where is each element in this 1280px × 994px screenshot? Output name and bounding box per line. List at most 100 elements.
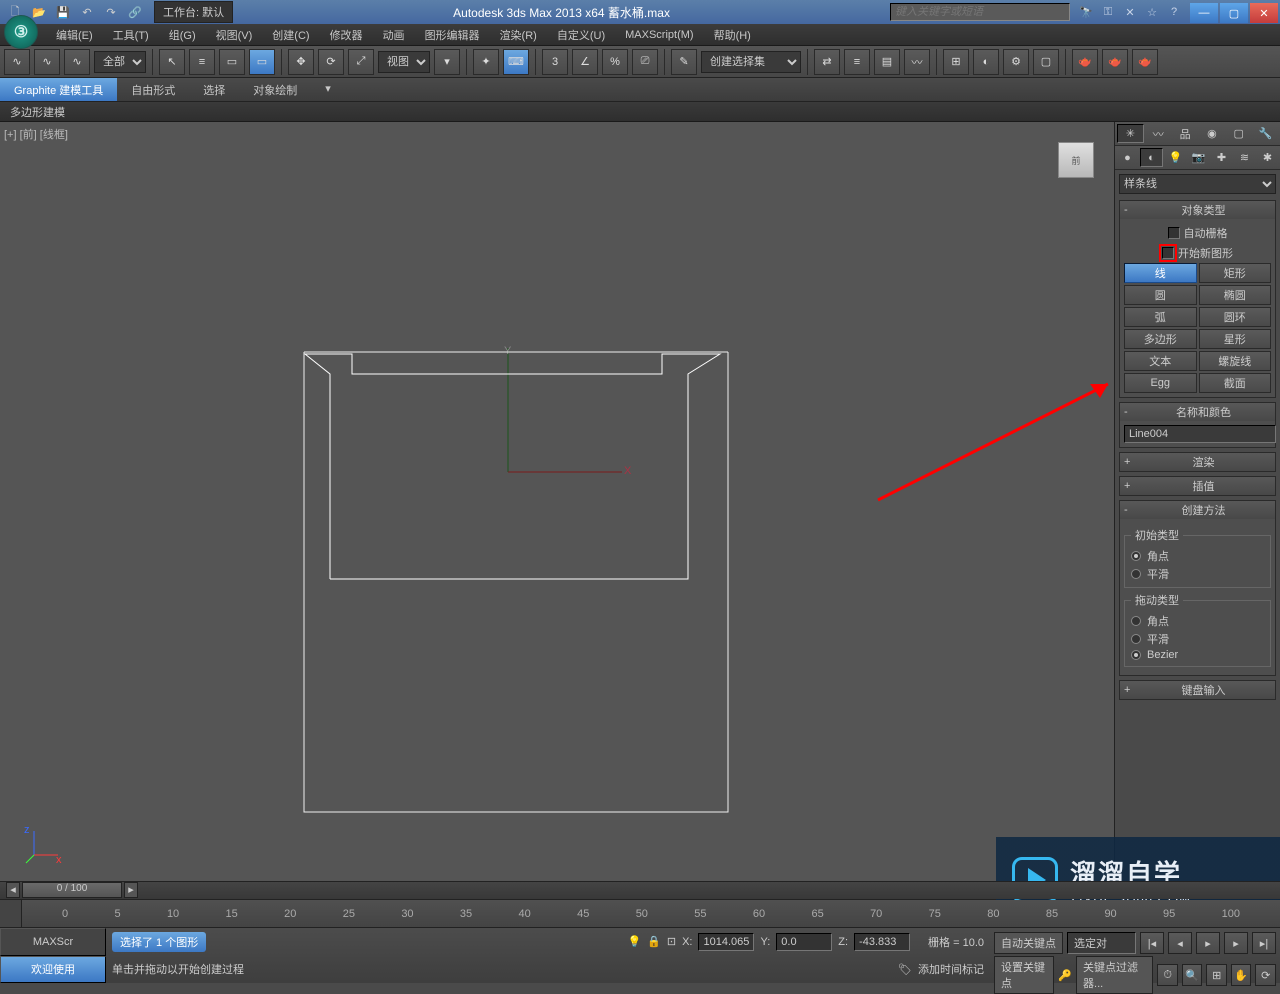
maximize-button[interactable]: ▢ (1220, 3, 1248, 23)
binoculars-icon[interactable]: 🔭 (1076, 6, 1096, 19)
frame-fwd-icon[interactable]: ▸ (124, 882, 138, 898)
snap-3-icon[interactable]: 3 (542, 49, 568, 75)
menu-help[interactable]: 帮助(H) (704, 27, 761, 43)
select-object-icon[interactable]: ↖ (159, 49, 185, 75)
circle-button[interactable]: 圆 (1124, 285, 1197, 305)
welcome-button[interactable]: 欢迎使用 (0, 956, 106, 984)
menu-graph-editors[interactable]: 图形编辑器 (415, 27, 490, 43)
key-icon[interactable]: ⚿ (1098, 6, 1118, 19)
helix-button[interactable]: 螺旋线 (1199, 351, 1272, 371)
frame-back-icon[interactable]: ◂ (6, 882, 20, 898)
rendered-frame-icon[interactable]: ▢ (1033, 49, 1059, 75)
key-filters-button[interactable]: 关键点过滤器... (1076, 956, 1153, 994)
edit-named-icon[interactable]: ✎ (671, 49, 697, 75)
rectangle-button[interactable]: 矩形 (1199, 263, 1272, 283)
object-name-input[interactable] (1124, 425, 1276, 443)
reference-coord[interactable]: 视图 (378, 51, 430, 73)
menu-rendering[interactable]: 渲染(R) (490, 27, 547, 43)
shape-category-dropdown[interactable]: 样条线 (1119, 174, 1276, 194)
layers-icon[interactable]: ▤ (874, 49, 900, 75)
align-icon[interactable]: ≡ (844, 49, 870, 75)
shapes-icon[interactable]: ◐ (1140, 148, 1163, 167)
key-mode-icon[interactable]: 🔑 (1058, 969, 1072, 982)
cameras-icon[interactable]: 📷 (1188, 148, 1209, 167)
time-slider[interactable]: ◂ 0 / 100 ▸ (0, 881, 1280, 899)
ellipse-button[interactable]: 椭圆 (1199, 285, 1272, 305)
trackbar-keys-icon[interactable] (0, 900, 22, 927)
initial-smooth-radio[interactable] (1131, 569, 1141, 579)
help-icon[interactable]: ? (1164, 6, 1184, 19)
auto-grid-checkbox[interactable] (1168, 227, 1180, 239)
prev-frame-icon[interactable]: ◂ (1168, 932, 1192, 954)
exchange-icon[interactable]: ✕ (1120, 6, 1140, 19)
auto-key-button[interactable]: 自动关键点 (994, 932, 1063, 954)
start-new-shape-checkbox[interactable] (1162, 247, 1174, 259)
render-iterative-icon[interactable]: 🫖 (1102, 49, 1128, 75)
coord-y[interactable]: 0.0 (776, 933, 832, 951)
menu-edit[interactable]: 编辑(E) (46, 27, 103, 43)
set-key-button[interactable]: 设置关键点 (994, 956, 1054, 994)
modify-panel-icon[interactable]: 〰 (1146, 124, 1171, 143)
curve-editor-icon[interactable]: 〰 (904, 49, 930, 75)
named-selection-set[interactable]: 创建选择集 (701, 51, 801, 73)
application-button[interactable]: ③ (4, 15, 38, 49)
line-button[interactable]: 线 (1124, 263, 1197, 283)
mirror-icon[interactable]: ⇄ (814, 49, 840, 75)
coord-x[interactable]: 1014.065 (698, 933, 754, 951)
viewport[interactable]: [+] [前] [线框] Y X 前 z x (0, 122, 1114, 881)
pivot-icon[interactable]: ▾ (434, 49, 460, 75)
menu-tools[interactable]: 工具(T) (103, 27, 159, 43)
goto-start-icon[interactable]: |◂ (1140, 932, 1164, 954)
display-panel-icon[interactable]: ▢ (1226, 124, 1251, 143)
redo-icon[interactable]: ↷ (100, 2, 122, 22)
keyboard-shortcut-icon[interactable]: ⌨ (503, 49, 529, 75)
save-icon[interactable]: 💾 (52, 2, 74, 22)
manipulate-icon[interactable]: ✦ (473, 49, 499, 75)
schematic-icon[interactable]: ⊞ (943, 49, 969, 75)
utilities-panel-icon[interactable]: 🔧 (1253, 124, 1278, 143)
isolate-icon[interactable]: ⊡ (667, 935, 676, 948)
menu-animation[interactable]: 动画 (373, 27, 415, 43)
initial-corner-radio[interactable] (1131, 551, 1141, 561)
menu-views[interactable]: 视图(V) (206, 27, 263, 43)
lock2-icon[interactable]: 🔒 (647, 935, 661, 948)
bind-icon[interactable]: ∿ (64, 49, 90, 75)
link-icon[interactable]: 🔗 (124, 2, 146, 22)
menu-customize[interactable]: 自定义(U) (547, 27, 615, 43)
ribbon-collapse-icon[interactable]: ▾ (311, 78, 345, 101)
play-icon[interactable]: ▸ (1196, 932, 1220, 954)
track-bar[interactable]: 0510152025303540455055606570758085909510… (0, 899, 1280, 927)
search-input[interactable] (890, 3, 1070, 21)
render-production-icon[interactable]: 🫖 (1072, 49, 1098, 75)
lights-icon[interactable]: 💡 (1165, 148, 1186, 167)
egg-button[interactable]: Egg (1124, 373, 1197, 393)
maxscript-mini-listener[interactable]: MAXScr (0, 928, 106, 956)
drag-bezier-radio[interactable] (1131, 650, 1141, 660)
menu-modifiers[interactable]: 修改器 (320, 27, 373, 43)
ngon-button[interactable]: 多边形 (1124, 329, 1197, 349)
unlink-icon[interactable]: ∿ (34, 49, 60, 75)
star-icon[interactable]: ☆ (1142, 6, 1162, 19)
motion-panel-icon[interactable]: ◉ (1199, 124, 1224, 143)
arc-button[interactable]: 弧 (1124, 307, 1197, 327)
move-icon[interactable]: ✥ (288, 49, 314, 75)
time-thumb[interactable]: 0 / 100 (22, 882, 122, 898)
donut-button[interactable]: 圆环 (1199, 307, 1272, 327)
angle-snap-icon[interactable]: ∠ (572, 49, 598, 75)
next-frame-icon[interactable]: ▸ (1224, 932, 1248, 954)
rotate-icon[interactable]: ⟳ (318, 49, 344, 75)
close-button[interactable]: ✕ (1250, 3, 1278, 23)
tag-icon[interactable]: 🏷 (898, 963, 912, 976)
ribbon-tab-selection[interactable]: 选择 (189, 78, 239, 101)
goto-end-icon[interactable]: ▸| (1252, 932, 1276, 954)
select-link-icon[interactable]: ∿ (4, 49, 30, 75)
viewcube[interactable]: 前 (1058, 142, 1094, 178)
scale-icon[interactable]: ⤢ (348, 49, 374, 75)
drag-corner-radio[interactable] (1131, 616, 1141, 626)
spinner-snap-icon[interactable]: ⎚ (632, 49, 658, 75)
add-time-tag[interactable]: 添加时间标记 (918, 961, 984, 977)
window-crossing-icon[interactable]: ▭ (249, 49, 275, 75)
menu-create[interactable]: 创建(C) (262, 27, 319, 43)
spacewarps-icon[interactable]: ≋ (1234, 148, 1255, 167)
section-button[interactable]: 截面 (1199, 373, 1272, 393)
